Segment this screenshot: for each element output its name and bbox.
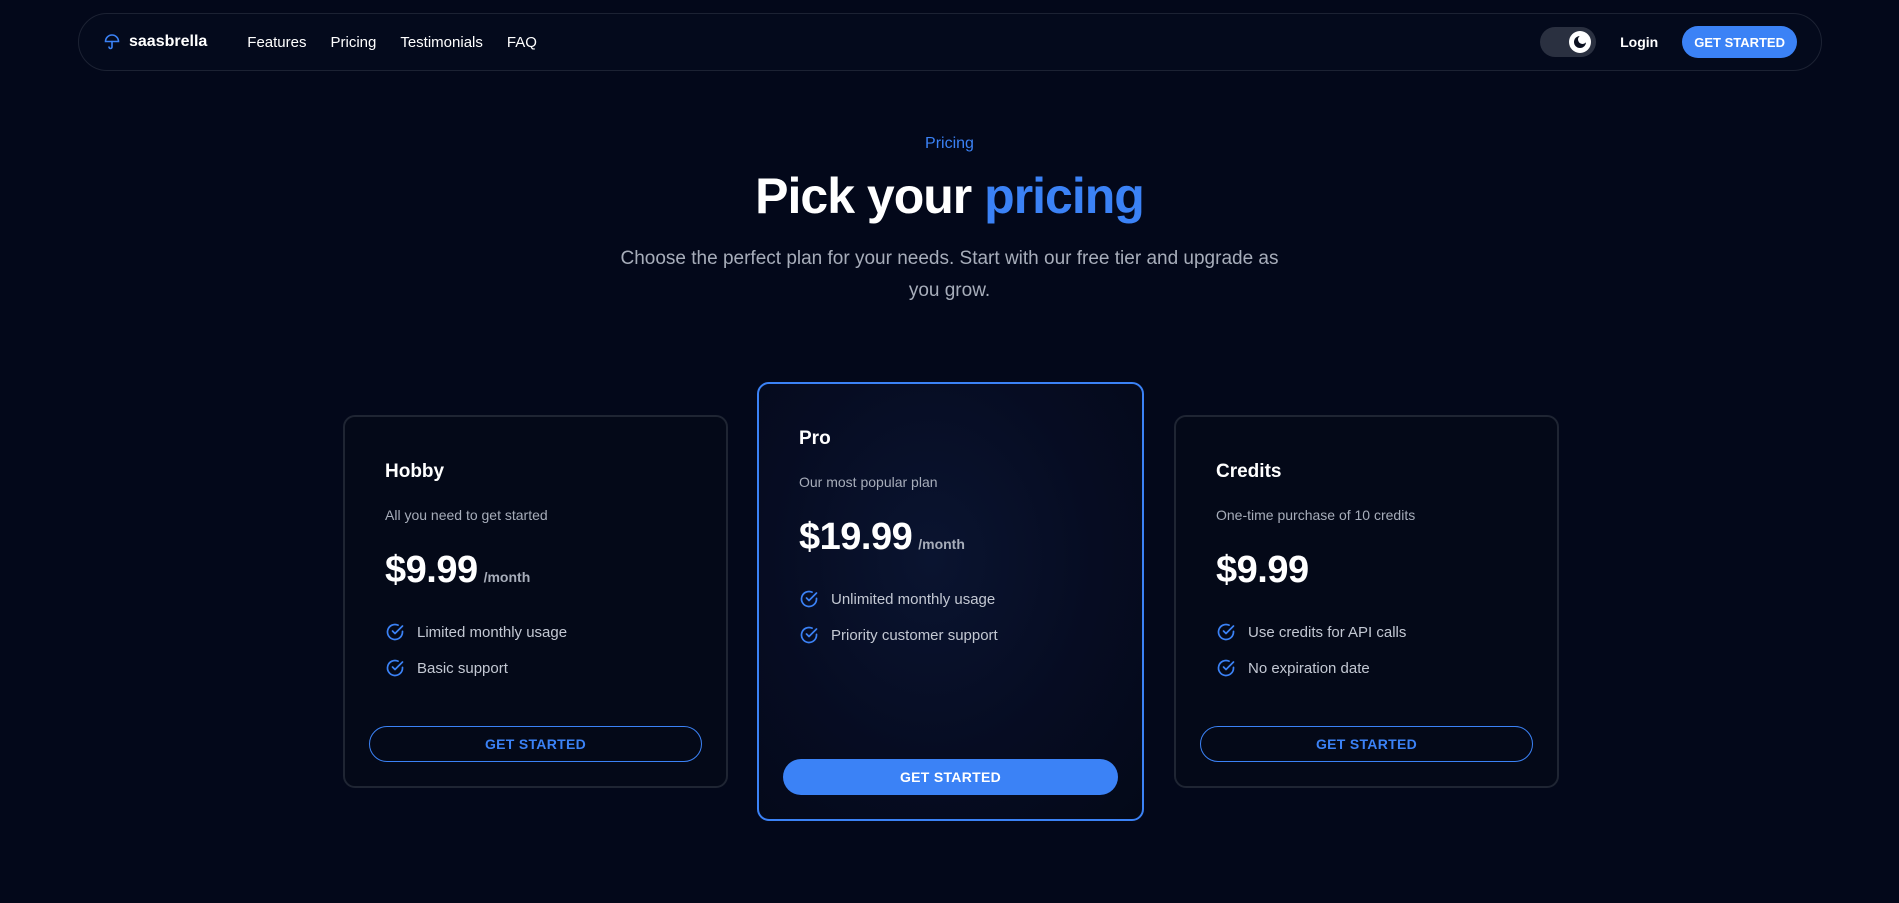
plan-description: One-time purchase of 10 credits — [1216, 507, 1416, 523]
feature-item: Limited monthly usage — [385, 614, 686, 650]
feature-text: Basic support — [417, 659, 508, 677]
feature-text: Use credits for API calls — [1248, 623, 1407, 641]
plan-name: Pro — [799, 428, 831, 449]
pricing-card-credits: Credits One-time purchase of 10 credits … — [1174, 415, 1559, 788]
nav-link-features[interactable]: Features — [247, 34, 306, 51]
price-row: $19.99 /month — [799, 516, 1102, 559]
page-subtitle: Choose the perfect plan for your needs. … — [620, 248, 1279, 301]
plan-period: /month — [483, 569, 531, 585]
check-circle-icon — [800, 626, 818, 644]
feature-list: Unlimited monthly usage Priority custome… — [799, 581, 1102, 653]
plan-name: Hobby — [385, 461, 445, 482]
feature-text: Priority customer support — [831, 626, 998, 644]
section-eyebrow: Pricing — [925, 135, 974, 152]
plan-name: Credits — [1216, 461, 1282, 482]
pricing-card-pro: Pro Our most popular plan $19.99 /month … — [757, 382, 1144, 821]
check-circle-icon — [1217, 623, 1235, 641]
theme-toggle-knob — [1569, 31, 1592, 53]
check-circle-icon — [800, 590, 818, 608]
feature-list: Use credits for API calls No expiration … — [1216, 614, 1517, 686]
plan-price: $19.99 — [799, 516, 913, 558]
feature-text: No expiration date — [1248, 659, 1370, 677]
feature-item: Priority customer support — [799, 617, 1102, 653]
login-link[interactable]: Login — [1620, 34, 1658, 50]
credits-get-started-button[interactable]: GET STARTED — [1200, 726, 1533, 762]
check-circle-icon — [386, 623, 404, 641]
nav-get-started-button[interactable]: GET STARTED — [1682, 26, 1797, 58]
headline-plain: Pick your — [755, 168, 985, 224]
plan-price: $9.99 — [1216, 549, 1309, 591]
theme-toggle[interactable] — [1540, 27, 1597, 57]
hobby-get-started-button[interactable]: GET STARTED — [369, 726, 702, 762]
plan-description: Our most popular plan — [799, 474, 938, 490]
nav-link-testimonials[interactable]: Testimonials — [400, 34, 483, 51]
plan-period: /month — [918, 536, 965, 552]
feature-list: Limited monthly usage Basic support — [385, 614, 686, 686]
nav-link-faq[interactable]: FAQ — [507, 34, 537, 51]
feature-text: Limited monthly usage — [417, 623, 568, 641]
top-navbar: saasbrella Features Pricing Testimonials… — [78, 13, 1822, 71]
check-circle-icon — [1217, 659, 1235, 677]
price-row: $9.99 /month — [385, 549, 686, 592]
feature-item: Use credits for API calls — [1216, 614, 1517, 650]
feature-item: No expiration date — [1216, 650, 1517, 686]
nav-actions: Login GET STARTED — [1540, 26, 1797, 58]
feature-item: Basic support — [385, 650, 686, 686]
headline-accent: pricing — [984, 168, 1145, 224]
brand-name: saasbrella — [129, 33, 208, 50]
plan-description: All you need to get started — [385, 507, 548, 523]
page-title: Pick your pricing — [0, 167, 1899, 225]
price-row: $9.99 — [1216, 549, 1517, 592]
pro-get-started-button[interactable]: GET STARTED — [783, 759, 1118, 795]
nav-link-pricing[interactable]: Pricing — [330, 34, 376, 51]
plan-price: $9.99 — [385, 549, 478, 591]
pricing-hero: Pricing Pick your pricing Choose the per… — [0, 135, 1899, 307]
feature-item: Unlimited monthly usage — [799, 581, 1102, 617]
pricing-card-hobby: Hobby All you need to get started $9.99 … — [343, 415, 728, 788]
feature-text: Unlimited monthly usage — [831, 590, 996, 608]
brand-logo[interactable]: saasbrella — [103, 33, 207, 51]
check-circle-icon — [386, 659, 404, 677]
moon-icon — [1574, 35, 1588, 48]
umbrella-icon — [103, 33, 121, 51]
nav-links: Features Pricing Testimonials FAQ — [247, 34, 537, 51]
